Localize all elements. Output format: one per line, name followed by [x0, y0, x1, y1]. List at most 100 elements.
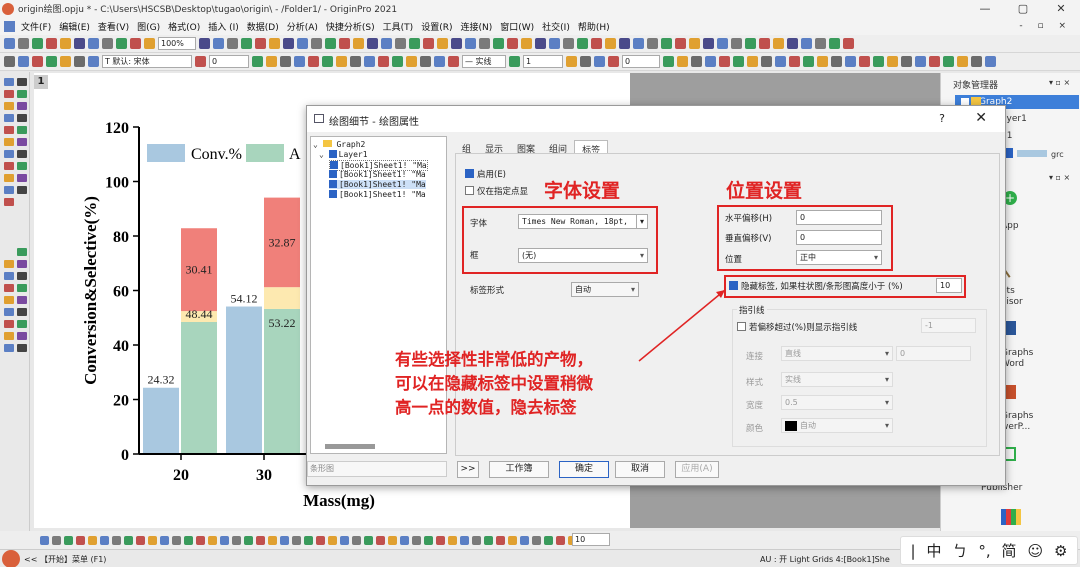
zoom-select[interactable]: 100%	[158, 37, 196, 50]
tool-icon[interactable]	[17, 320, 27, 328]
tool-icon[interactable]	[4, 198, 14, 206]
toolbar-button-icon[interactable]	[521, 38, 532, 49]
toolbar-button-icon[interactable]	[325, 38, 336, 49]
toolbar-button-icon[interactable]	[144, 38, 155, 49]
toolbar-button-icon[interactable]	[985, 56, 996, 67]
toolbar-button-icon[interactable]	[434, 56, 445, 67]
toolbar-button-icon[interactable]	[409, 38, 420, 49]
toolbar-button-icon[interactable]	[4, 56, 15, 67]
toolbar-button-icon[interactable]	[255, 38, 266, 49]
toolbar-button-icon[interactable]	[40, 535, 49, 545]
toolbar-button-icon[interactable]	[308, 56, 319, 67]
tool-icon[interactable]	[4, 114, 14, 122]
toolbar-button-icon[interactable]	[376, 535, 385, 545]
toolbar-button-icon[interactable]	[364, 56, 375, 67]
toolbar-button-icon[interactable]	[619, 38, 630, 49]
panel-pin-controls-2[interactable]: ▾ ▫ ×	[1049, 173, 1070, 182]
toolbar-button-icon[interactable]	[256, 535, 265, 545]
toolbar-button-icon[interactable]	[64, 535, 73, 545]
toolbar-button-icon[interactable]	[731, 38, 742, 49]
toolbar-button-icon[interactable]	[943, 56, 954, 67]
toolbar-button-icon[interactable]	[195, 56, 206, 67]
toolbar-button-icon[interactable]	[544, 535, 553, 545]
toolbar-button-icon[interactable]	[594, 56, 605, 67]
toolbar-button-icon[interactable]	[311, 38, 322, 49]
menu-analysis[interactable]: 分析(A)	[287, 20, 318, 33]
tool-icon[interactable]	[17, 186, 27, 194]
plot-type-select[interactable]: 条形图	[307, 461, 447, 477]
toolbar-button-icon[interactable]	[719, 56, 730, 67]
toolbar-button-icon[interactable]	[241, 38, 252, 49]
toolbar-button-icon[interactable]	[32, 56, 43, 67]
toolbar-button-icon[interactable]	[340, 535, 349, 545]
bottom-size-input[interactable]: 10	[572, 533, 610, 546]
toolbar-button-icon[interactable]	[460, 535, 469, 545]
tool-icon[interactable]	[4, 90, 14, 98]
tool-icon[interactable]	[17, 284, 27, 292]
toolbar-button-icon[interactable]	[112, 535, 121, 545]
toolbar-button-icon[interactable]	[423, 38, 434, 49]
menu-edit[interactable]: 编辑(E)	[59, 20, 90, 33]
toolbar-button-icon[interactable]	[479, 38, 490, 49]
toolbar-button-icon[interactable]	[577, 38, 588, 49]
tool-icon[interactable]	[4, 320, 14, 328]
toolbar-button-icon[interactable]	[227, 38, 238, 49]
toolbar-button-icon[interactable]	[130, 38, 141, 49]
toolbar-button-icon[interactable]	[591, 38, 602, 49]
toolbar-button-icon[interactable]	[213, 38, 224, 49]
toolbar-button-icon[interactable]	[322, 56, 333, 67]
toolbar-button-icon[interactable]	[759, 38, 770, 49]
toolbar-button-icon[interactable]	[184, 535, 193, 545]
menu-insert[interactable]: 插入 (I)	[208, 20, 239, 33]
ime-chinese-mode[interactable]: 中	[926, 540, 941, 561]
toolbar-button-icon[interactable]	[566, 56, 577, 67]
toolbar-button-icon[interactable]	[705, 56, 716, 67]
tool-icon[interactable]	[4, 296, 14, 304]
tool-icon[interactable]	[17, 114, 27, 122]
toolbar-button-icon[interactable]	[292, 535, 301, 545]
tool-icon[interactable]	[17, 174, 27, 182]
toolbar-button-icon[interactable]	[304, 535, 313, 545]
ime-settings-icon[interactable]: ⚙	[1054, 542, 1067, 560]
toolbar-button-icon[interactable]	[496, 535, 505, 545]
toolbar-button-icon[interactable]	[412, 535, 421, 545]
menu-settings[interactable]: 设置(R)	[421, 20, 452, 33]
toolbar-button-icon[interactable]	[957, 56, 968, 67]
menu-data[interactable]: 数据(D)	[247, 20, 279, 33]
toolbar-button-icon[interactable]	[280, 56, 291, 67]
menu-connect[interactable]: 连接(N)	[460, 20, 492, 33]
tool-icon[interactable]	[4, 150, 14, 158]
toolbar-button-icon[interactable]	[208, 535, 217, 545]
toolbar-button-icon[interactable]	[761, 56, 772, 67]
toolbar-button-icon[interactable]	[283, 38, 294, 49]
font-size-select[interactable]: 0	[209, 55, 249, 68]
toolbar-button-icon[interactable]	[801, 38, 812, 49]
tool-icon[interactable]	[4, 186, 14, 194]
toolbar-button-icon[interactable]	[803, 56, 814, 67]
toolbar-button-icon[interactable]	[388, 535, 397, 545]
tool-icon[interactable]	[4, 272, 14, 280]
tool-icon[interactable]	[4, 260, 14, 268]
graph-page-tab[interactable]: 1	[34, 75, 48, 89]
tool-icon[interactable]	[17, 162, 27, 170]
toolbar-button-icon[interactable]	[339, 38, 350, 49]
tool-icon[interactable]	[17, 296, 27, 304]
minimize-button[interactable]: —	[966, 0, 1004, 17]
menu-social[interactable]: 社交(I)	[542, 20, 570, 33]
fill-number-select[interactable]: 0	[622, 55, 660, 68]
tool-icon[interactable]	[4, 174, 14, 182]
toolbar-button-icon[interactable]	[102, 38, 113, 49]
tool-icon[interactable]	[4, 102, 14, 110]
toolbar-button-icon[interactable]	[647, 38, 658, 49]
toolbar-button-icon[interactable]	[535, 38, 546, 49]
toolbar-button-icon[interactable]	[817, 56, 828, 67]
toolbar-button-icon[interactable]	[352, 535, 361, 545]
tool-icon[interactable]	[17, 332, 27, 340]
tool-icon[interactable]	[4, 344, 14, 352]
toolbar-button-icon[interactable]	[843, 38, 854, 49]
ime-half-width-icon[interactable]: ㄅ	[952, 540, 967, 561]
maximize-button[interactable]: ▢	[1004, 0, 1042, 17]
toolbar-button-icon[interactable]	[4, 38, 15, 49]
toolbar-button-icon[interactable]	[901, 56, 912, 67]
toolbar-button-icon[interactable]	[116, 38, 127, 49]
